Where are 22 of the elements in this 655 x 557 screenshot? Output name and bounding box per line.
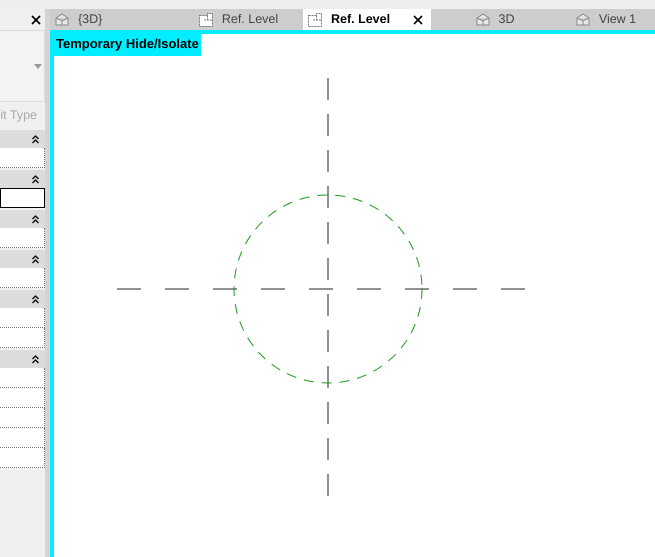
dropdown-caret-icon <box>34 64 42 68</box>
house-icon <box>54 12 70 27</box>
group-header[interactable] <box>0 290 45 308</box>
house-icon <box>574 12 591 27</box>
close-icon[interactable] <box>31 14 41 24</box>
group-header[interactable] <box>0 210 45 228</box>
group-header[interactable] <box>0 130 45 148</box>
tab-label: View 1 <box>598 11 636 28</box>
group-header[interactable] <box>0 350 45 368</box>
floor-plan-icon <box>307 12 323 28</box>
property-row[interactable] <box>0 188 45 208</box>
tab-label: Ref. Level <box>222 11 278 28</box>
tab-label: 3D <box>498 11 514 28</box>
floor-plan-icon <box>198 12 214 28</box>
tab-label: {3D} <box>78 11 102 28</box>
mode-banner: Temporary Hide/Isolate <box>54 34 201 56</box>
close-icon[interactable] <box>413 14 423 24</box>
group-header[interactable] <box>0 250 45 268</box>
view-tab[interactable]: Ref. Level <box>303 9 431 30</box>
tab-label: Ref. Level <box>331 11 390 28</box>
house-icon <box>474 12 490 27</box>
group-header[interactable] <box>0 170 45 188</box>
